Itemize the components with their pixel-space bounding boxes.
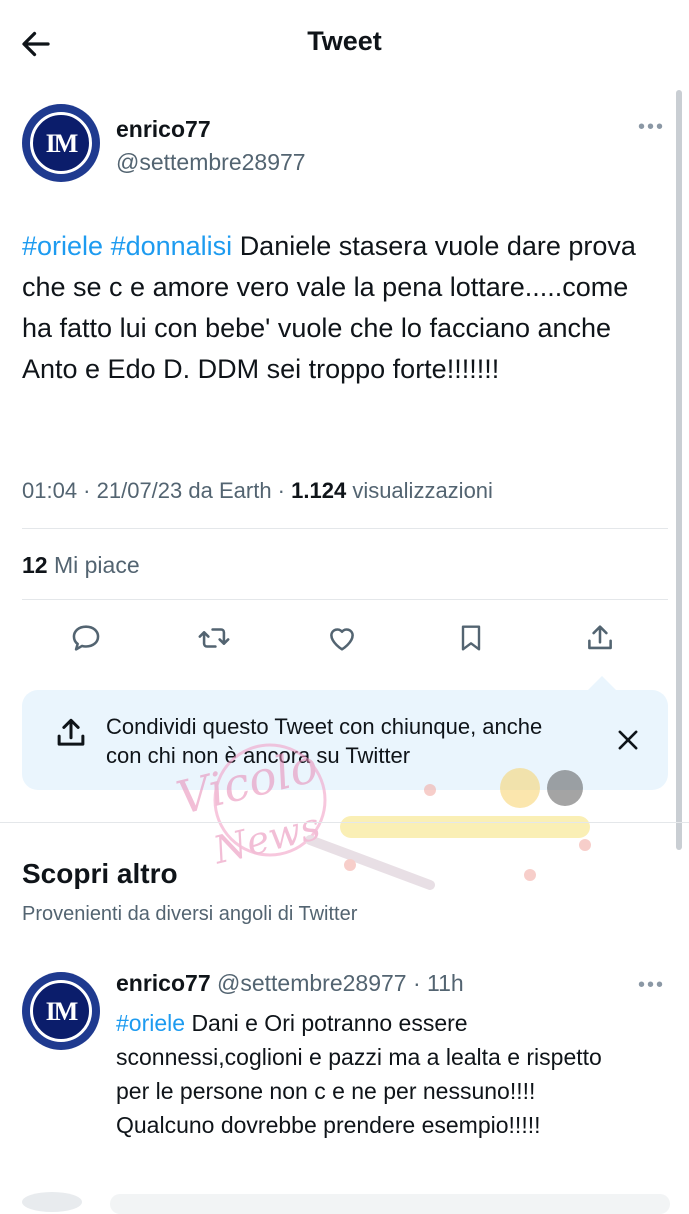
retweet-icon	[198, 628, 230, 648]
avatar[interactable]: IM	[22, 104, 100, 182]
reply-more-options-icon[interactable]: •••	[638, 974, 665, 997]
likes-label: Mi piace	[53, 552, 140, 578]
views-count: 1.124	[291, 478, 347, 503]
reply-author-handle[interactable]: @settembre28977	[217, 970, 407, 996]
bookmark-icon	[461, 625, 481, 651]
author-handle[interactable]: @settembre28977	[116, 149, 306, 176]
reply-author-name[interactable]: enrico77	[116, 970, 211, 996]
share-button[interactable]	[578, 616, 622, 660]
next-item-placeholder	[110, 1194, 670, 1214]
hashtag-link[interactable]: #donnalisi	[111, 231, 233, 261]
more-options-icon[interactable]: •••	[638, 116, 665, 139]
reply-icon	[72, 625, 100, 651]
divider	[22, 528, 668, 529]
share-icon	[588, 625, 612, 650]
like-button[interactable]	[320, 616, 364, 660]
reply-avatar[interactable]: IM	[22, 972, 100, 1050]
author-name[interactable]: enrico77	[116, 116, 211, 143]
hashtag-link[interactable]: #oriele	[22, 231, 103, 261]
reply-header: enrico77 @settembre28977 · 11h	[116, 970, 464, 996]
share-prompt-pointer	[588, 676, 616, 690]
reply-text: #oriele Dani e Ori potranno essere sconn…	[116, 1006, 626, 1142]
section-divider	[0, 822, 689, 823]
next-avatar[interactable]	[22, 1192, 82, 1212]
inter-logo-icon: IM	[30, 980, 92, 1042]
likes-link[interactable]: 12 Mi piace	[22, 552, 140, 579]
bookmark-button[interactable]	[449, 616, 493, 660]
retweet-button[interactable]	[192, 616, 236, 660]
tweet-source: da Earth	[188, 478, 272, 503]
likes-count: 12	[22, 552, 48, 578]
page-title: Tweet	[307, 26, 382, 56]
heart-icon	[330, 628, 354, 651]
reply-button[interactable]	[64, 616, 108, 660]
tweet-meta: 01:04 · 21/07/23 da Earth · 1.124 visual…	[22, 478, 493, 503]
tweet-time: 01:04	[22, 478, 78, 503]
tweet-date[interactable]: 21/07/23	[97, 478, 183, 503]
reply-body: Dani e Ori potranno essere sconnessi,cog…	[116, 1010, 602, 1138]
scrollbar[interactable]	[676, 90, 682, 850]
hashtag-link[interactable]: #oriele	[116, 1010, 185, 1036]
divider	[22, 599, 668, 600]
views-label: visualizzazioni	[352, 478, 493, 503]
reply-time[interactable]: 11h	[427, 970, 464, 996]
inter-logo-icon: IM	[30, 112, 92, 174]
tweet-text: #oriele #donnalisi Daniele stasera vuole…	[22, 226, 662, 390]
discover-subtitle: Provenienti da diversi angoli di Twitter	[22, 903, 358, 925]
watermark-logo: Vicolo News	[171, 740, 591, 890]
svg-text:IM: IM	[46, 997, 78, 1026]
share-upload-icon	[52, 714, 90, 757]
discover-title: Scopri altro	[22, 858, 178, 889]
svg-text:IM: IM	[46, 129, 78, 158]
